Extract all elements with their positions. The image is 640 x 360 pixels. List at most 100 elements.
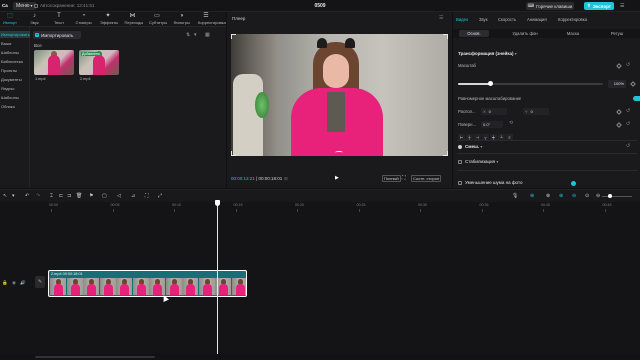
zoom-slider-track[interactable] [602, 196, 632, 197]
window-menu-icon[interactable]: ☰ [620, 3, 640, 9]
zoom-slider-handle[interactable] [608, 194, 612, 198]
keyframe-icon[interactable] [616, 122, 622, 128]
tool-adjust[interactable]: ☰ Корректировка [198, 13, 226, 26]
marker-icon[interactable]: ⚑ [89, 193, 93, 199]
blend-section-title[interactable]: Смеш. ▾ [465, 144, 482, 149]
safe-area-icon[interactable]: ⊞ [284, 176, 288, 182]
tool-audio[interactable]: ♪ Звук [27, 13, 43, 26]
sidebar-item[interactable]: Проекты [0, 67, 30, 74]
preview-axis-icon[interactable]: ⊕ [559, 193, 563, 199]
stabilize-section-title[interactable]: Стабилизация ▾ [465, 159, 498, 164]
undo-icon[interactable]: ↶ [25, 193, 29, 199]
tab-1[interactable]: Звук [479, 17, 488, 22]
split-right-icon[interactable]: ⊐ [67, 193, 71, 199]
grid-view-icon[interactable]: ▦ [205, 32, 210, 38]
crop-corner[interactable] [443, 34, 448, 39]
uniform-scale-toggle[interactable] [633, 96, 640, 101]
zoom-fit-icon[interactable]: ⊙ [585, 193, 589, 199]
fullscreen-icon[interactable]: ⛶ [402, 175, 406, 181]
split-left-icon[interactable]: ⊏ [59, 193, 63, 199]
timeline[interactable]: 00:00 00:05 00:10 00:15 00:20 00:25 00:30 00:35… [0, 202, 640, 360]
microphone-icon[interactable]: 🎙 [512, 193, 518, 199]
crop-icon[interactable]: ⛶ [145, 193, 149, 199]
rotate-input[interactable]: 0.0° [481, 121, 503, 128]
scale-slider-handle[interactable] [487, 81, 493, 86]
keyframe-icon[interactable] [616, 63, 622, 69]
quality-button[interactable]: Полный [382, 175, 401, 182]
shortcuts-button[interactable]: ⌨ Горячие клавиши [526, 2, 574, 10]
dropdown-icon[interactable]: ▾ [12, 193, 15, 199]
subtab-2[interactable]: Маска [553, 30, 593, 37]
export-button[interactable]: ⇪ Экспорт [584, 2, 614, 10]
sidebar-item[interactable]: Яндекс [0, 85, 30, 92]
sidebar-item[interactable]: Библиотека [0, 58, 30, 65]
freeze-icon[interactable]: ▢ [102, 193, 107, 199]
rotate-handle[interactable] [335, 151, 343, 154]
sidebar-item[interactable]: Ваши [0, 40, 30, 47]
tab-2[interactable]: Скорость [498, 17, 516, 22]
subtab-1[interactable]: Удалить фон [503, 30, 547, 37]
tab-0[interactable]: Видео [456, 17, 468, 22]
link-icon[interactable]: ⊗ [546, 193, 550, 199]
play-icon[interactable]: ▶ [335, 175, 339, 181]
delete-icon[interactable]: 🗑 [76, 193, 82, 199]
import-button[interactable]: + Импортировать [33, 31, 81, 39]
video-preview[interactable] [231, 34, 448, 156]
playhead-handle[interactable] [215, 200, 220, 206]
tool-captions[interactable]: ▭ Субтитры [149, 13, 167, 26]
sort-icon[interactable]: ⇅ [186, 32, 190, 38]
tool-transition[interactable]: ⋈ Переходы [125, 13, 144, 26]
reverse-icon[interactable]: ◁ [117, 193, 121, 199]
tab-3[interactable]: Анимация [527, 17, 547, 22]
keyframe-icon[interactable] [630, 81, 636, 87]
reset-icon[interactable]: ↺ [626, 143, 630, 149]
reset-icon[interactable]: ↺ [626, 62, 630, 68]
select-tool-icon[interactable]: ↖ [3, 193, 7, 199]
tool-effects[interactable]: ✦ Эффекты [100, 13, 118, 26]
snap-icon[interactable]: ⊖ [572, 193, 576, 199]
media-thumbnail[interactable]: Добавлено [79, 50, 119, 75]
split-icon[interactable]: ⌶ [50, 193, 53, 199]
crop-corner[interactable] [231, 34, 236, 39]
sidebar-item[interactable]: Документы [0, 76, 30, 83]
reset-icon[interactable]: ↺ [626, 108, 630, 114]
transform-section-title[interactable]: Трансформация (знейка) ▾ [458, 51, 517, 56]
tool-filter[interactable]: ◑ Фильтры [174, 13, 190, 26]
more-icon[interactable]: ☰ [439, 15, 443, 21]
filter-icon[interactable]: ▾ [194, 32, 197, 38]
flip-icon[interactable]: ⟲ [509, 120, 513, 126]
magnet-icon[interactable]: ⊕ [530, 193, 534, 199]
scale-value-input[interactable]: 100% [608, 80, 626, 88]
tool-text[interactable]: T Текст [51, 13, 67, 26]
keyframe-icon[interactable] [616, 109, 622, 115]
sidebar-item[interactable]: Импортировать [0, 31, 30, 38]
media-thumbnail[interactable] [34, 50, 74, 75]
mirror-icon[interactable]: ⊿ [131, 193, 135, 199]
sidebar-item[interactable]: Облако [0, 103, 30, 110]
resize-icon[interactable]: ⤢ [158, 193, 162, 199]
playhead[interactable] [217, 202, 218, 360]
speaker-icon[interactable]: 🔊 [20, 280, 26, 286]
crop-corner[interactable] [443, 151, 448, 156]
tool-sticker[interactable]: ◔ Стикеры [76, 13, 92, 26]
subtab-3[interactable]: Ретуш [599, 30, 635, 37]
tool-import[interactable]: ⬚ Импорт [2, 13, 18, 26]
denoise-section-title[interactable]: Уменьшение шума на фото [465, 180, 522, 185]
horizontal-scrollbar[interactable] [35, 356, 155, 358]
denoise-checkbox[interactable] [458, 181, 462, 185]
position-x-input[interactable]: X0 [481, 108, 507, 115]
sidebar-item[interactable]: Шаблоны [0, 49, 30, 56]
tab-4[interactable]: Корректировка [558, 17, 587, 22]
time-ruler[interactable]: 00:00 00:05 00:10 00:15 00:20 00:25 00:30 00:35… [45, 202, 640, 212]
reset-icon[interactable]: ↺ [626, 121, 630, 127]
redo-icon[interactable]: ↷ [36, 193, 40, 199]
sidebar-item[interactable]: Шаблоны [0, 94, 30, 101]
lock-icon[interactable]: 🔒 [2, 280, 8, 286]
stabilize-checkbox[interactable] [458, 160, 462, 164]
zoom-out-icon[interactable]: ⊖ [596, 193, 600, 199]
subtab-0[interactable]: Основ. [459, 30, 489, 37]
position-y-input[interactable]: Y0 [523, 108, 549, 115]
eye-icon[interactable]: ◉ [12, 280, 16, 286]
cover-icon[interactable]: ✎ [35, 276, 45, 288]
crop-corner[interactable] [231, 151, 236, 156]
